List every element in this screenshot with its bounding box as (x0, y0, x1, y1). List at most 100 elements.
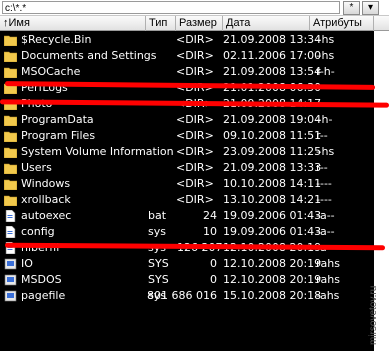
file-size: <DIR> (176, 161, 214, 174)
file-row[interactable]: IO SYS 0 12.10.2008 20:19 rahs (0, 256, 374, 272)
file-size: 0 (210, 273, 217, 286)
file-size: 0 (210, 257, 217, 270)
folder-icon (4, 35, 17, 46)
column-name[interactable]: ↑Имя (0, 16, 146, 31)
file-date: 15.10.2008 20:18 (223, 289, 322, 302)
file-attributes: rahs (316, 273, 340, 286)
file-attributes: -a-- (316, 225, 335, 238)
folder-icon (4, 51, 17, 62)
file-attributes: -a-- (316, 209, 335, 222)
file-name: config (21, 225, 55, 238)
file-size: <DIR> (176, 49, 214, 62)
file-size: <DIR> (176, 129, 214, 142)
file-date: 09.10.2008 11:51 (223, 129, 322, 142)
file-type: SYS (148, 273, 169, 286)
file-size: <DIR> (176, 113, 214, 126)
path-bar[interactable]: c:\*.* (2, 1, 340, 14)
file-type: bat (148, 209, 167, 222)
column-date[interactable]: Дата (223, 16, 310, 31)
file-icon (5, 226, 16, 238)
file-date: 12.10.2008 20:19 (223, 273, 322, 286)
file-row[interactable]: MSOCache <DIR> 21.09.2008 13:54 r-h- (0, 64, 374, 80)
file-row[interactable]: config sys 10 19.09.2006 01:43 -a-- (0, 224, 374, 240)
file-attributes: rahs (316, 257, 340, 270)
file-name: xrollback (21, 193, 71, 206)
file-row[interactable]: Program Files <DIR> 09.10.2008 11:51 r-- (0, 128, 374, 144)
folder-icon (4, 115, 17, 126)
file-row[interactable]: pagefile sys 801 686 016 15.10.2008 20:18 -a… (0, 288, 374, 304)
file-size: <DIR> (176, 145, 214, 158)
file-row[interactable]: xrollback <DIR> 13.10.2008 14:21 ---- (0, 192, 374, 208)
file-date: 23.09.2008 11:25 (223, 145, 322, 158)
file-name: Program Files (21, 129, 96, 142)
file-row[interactable]: autoexec bat 24 19.09.2006 01:43 -a-- (0, 208, 374, 224)
file-row[interactable]: System Volume Information <DIR> 23.09.2008… (0, 144, 374, 160)
file-attributes: ---- (316, 177, 332, 190)
folder-icon (4, 179, 17, 190)
file-size: 10 (203, 225, 217, 238)
file-name: Windows (21, 177, 71, 190)
folder-icon (4, 195, 17, 206)
file-attributes: –h- (316, 113, 333, 126)
file-attributes: –hs (316, 33, 335, 46)
column-header: ↑Имя Тип Размер Дата Атрибуты (0, 15, 389, 31)
file-date: 12.10.2008 20:19 (223, 257, 322, 270)
system-file-icon (4, 274, 17, 286)
file-size: <DIR> (176, 177, 214, 190)
file-name: pagefile (21, 289, 66, 302)
file-attributes: r-- (316, 129, 328, 142)
file-row[interactable]: Documents and Settings <DIR> 02.11.2006 17… (0, 48, 374, 64)
dropdown-button[interactable]: ▾ (362, 1, 379, 15)
file-date: 21.09.2008 13:33 (223, 161, 322, 174)
star-button[interactable]: * (343, 1, 360, 15)
file-attributes: –hs (316, 145, 335, 158)
file-icon (5, 210, 16, 222)
file-type: SYS (148, 257, 169, 270)
file-size: <DIR> (176, 33, 214, 46)
file-attributes: –hs (316, 49, 335, 62)
file-size: <DIR> (176, 65, 214, 78)
folder-icon (4, 131, 17, 142)
file-attributes: r-- (316, 161, 328, 174)
file-name: MSOCache (21, 65, 81, 78)
file-row[interactable]: Users <DIR> 21.09.2008 13:33 r-- (0, 160, 374, 176)
file-type: sys (148, 225, 166, 238)
file-name: IO (21, 257, 33, 270)
file-attributes: r-h- (316, 65, 335, 78)
file-name: MSDOS (21, 273, 62, 286)
folder-icon (4, 67, 17, 78)
file-date: 10.10.2008 14:11 (223, 177, 322, 190)
column-type[interactable]: Тип (146, 16, 176, 31)
file-date: 21.09.2008 13:54 (223, 65, 322, 78)
file-row[interactable]: $Recycle.Bin <DIR> 21.09.2008 13:34 –hs (0, 32, 374, 48)
file-size: 24 (203, 209, 217, 222)
file-name: System Volume Information (21, 145, 174, 158)
file-attributes: -ahs (316, 289, 340, 302)
file-panel: c:\*.* * ▾ ↑Имя Тип Размер Дата Атрибуты… (0, 0, 389, 351)
folder-icon (4, 147, 17, 158)
watermark: mirsovetov.ru (368, 285, 379, 345)
file-date: 02.11.2006 17:00 (223, 49, 322, 62)
file-list[interactable]: $Recycle.Bin <DIR> 21.09.2008 13:34 –hs Docu… (0, 31, 374, 351)
system-file-icon (4, 258, 17, 270)
file-row[interactable]: Windows <DIR> 10.10.2008 14:11 ---- (0, 176, 374, 192)
file-row[interactable]: MSDOS SYS 0 12.10.2008 20:19 rahs (0, 272, 374, 288)
file-row[interactable]: ProgramData <DIR> 21.09.2008 19:04 –h- (0, 112, 374, 128)
file-date: 21.09.2008 13:34 (223, 33, 322, 46)
file-name: Users (21, 161, 52, 174)
file-name: autoexec (21, 209, 72, 222)
column-size[interactable]: Размер (176, 16, 223, 31)
file-date: 13.10.2008 14:21 (223, 193, 322, 206)
file-attributes: ---- (316, 193, 332, 206)
file-name: ProgramData (21, 113, 94, 126)
file-date: 19.09.2006 01:43 (223, 209, 322, 222)
file-size: 801 686 016 (147, 289, 217, 302)
file-name: Documents and Settings (21, 49, 157, 62)
column-attributes[interactable]: Атрибуты (310, 16, 374, 31)
file-name: $Recycle.Bin (21, 33, 92, 46)
file-date: 19.09.2006 01:43 (223, 225, 322, 238)
file-size: <DIR> (176, 193, 214, 206)
file-date: 21.09.2008 19:04 (223, 113, 322, 126)
system-file-icon (4, 290, 17, 302)
folder-icon (4, 163, 17, 174)
